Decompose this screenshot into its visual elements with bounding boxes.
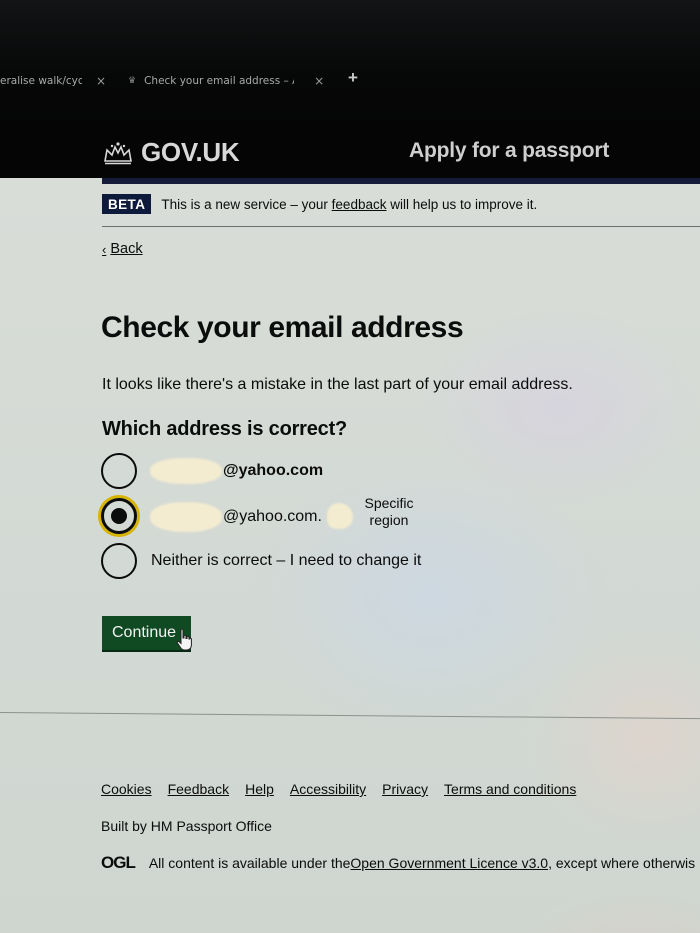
close-tab-icon[interactable]: × xyxy=(96,74,106,88)
crown-icon: ♛ xyxy=(128,76,137,86)
radio-option-neither[interactable]: Neither is correct – I need to change it xyxy=(101,543,421,579)
footer-link-cookies[interactable]: Cookies xyxy=(101,781,152,797)
licence-text-after: , except where otherwis xyxy=(548,855,696,871)
built-by-text: Built by HM Passport Office xyxy=(101,818,272,834)
question-legend: Which address is correct? xyxy=(102,418,348,440)
header-underline xyxy=(102,178,700,184)
browser-tab[interactable]: eralise walk/cycle × xyxy=(0,72,112,90)
licence-text-before: All content is available under the xyxy=(148,855,351,871)
radio-button-selected[interactable] xyxy=(101,498,137,534)
annotation-line: Specific xyxy=(364,495,414,511)
crown-icon xyxy=(104,141,132,164)
radio-option-yahoo-com[interactable] xyxy=(101,453,137,489)
radio-button[interactable] xyxy=(101,543,137,579)
licence-row: OGL All content is available under the O… xyxy=(101,853,695,873)
back-link[interactable]: ‹ Back xyxy=(102,241,143,257)
browser-tab-bar xyxy=(0,0,700,130)
page-lede: It looks like there's a mistake in the l… xyxy=(102,376,573,393)
footer-link-accessibility[interactable]: Accessibility xyxy=(290,781,366,797)
chevron-left-icon: ‹ xyxy=(102,241,107,257)
ogl-licence-link[interactable]: Open Government Licence v3.0 xyxy=(350,855,548,871)
footer-links: Cookies Feedback Help Accessibility Priv… xyxy=(101,781,592,797)
browser-tab-active[interactable]: ♛ Check your email address – Ap × xyxy=(128,72,328,90)
radio-button[interactable] xyxy=(101,453,137,489)
redacted-email-prefix xyxy=(150,502,222,532)
hand-pointer-cursor-icon xyxy=(176,628,192,651)
footer-link-privacy[interactable]: Privacy xyxy=(382,781,428,797)
govuk-logo-link[interactable]: GOV.UK xyxy=(102,137,240,168)
annotation-line: region xyxy=(369,512,409,528)
redacted-email-prefix xyxy=(150,458,222,484)
feedback-link[interactable]: feedback xyxy=(332,197,387,212)
ogl-logo-icon: OGL xyxy=(101,853,136,872)
back-link-label: Back xyxy=(110,241,143,257)
phase-text-after: will help us to improve it. xyxy=(386,196,538,212)
govuk-logo-text: GOV.UK xyxy=(141,137,240,167)
phase-banner: BETA This is a new service – your feedba… xyxy=(102,194,537,214)
tab-title: Check your email address – Ap xyxy=(144,75,295,87)
new-tab-button[interactable]: + xyxy=(348,68,358,88)
phase-banner-divider xyxy=(102,226,700,227)
close-tab-icon[interactable]: × xyxy=(314,74,324,88)
radio-label[interactable]: @yahoo.com xyxy=(223,462,323,480)
beta-tag: BETA xyxy=(102,194,152,214)
radio-option-yahoo-com-region[interactable] xyxy=(101,498,137,534)
phase-text-before: This is a new service – your xyxy=(161,196,332,212)
footer-link-feedback[interactable]: Feedback xyxy=(168,781,229,797)
footer-link-help[interactable]: Help xyxy=(245,781,274,797)
redacted-region xyxy=(327,503,353,529)
service-name-link[interactable]: Apply for a passport xyxy=(409,139,609,163)
radio-label[interactable]: Neither is correct – I need to change it xyxy=(151,552,421,570)
footer-link-terms[interactable]: Terms and conditions xyxy=(444,781,576,797)
radio-label[interactable]: @yahoo.com. xyxy=(223,508,322,526)
page-title: Check your email address xyxy=(101,311,464,344)
tab-title: eralise walk/cycle xyxy=(0,75,82,87)
phase-banner-text: This is a new service – your feedback wi… xyxy=(161,197,537,212)
region-annotation: Specific region xyxy=(358,495,420,529)
